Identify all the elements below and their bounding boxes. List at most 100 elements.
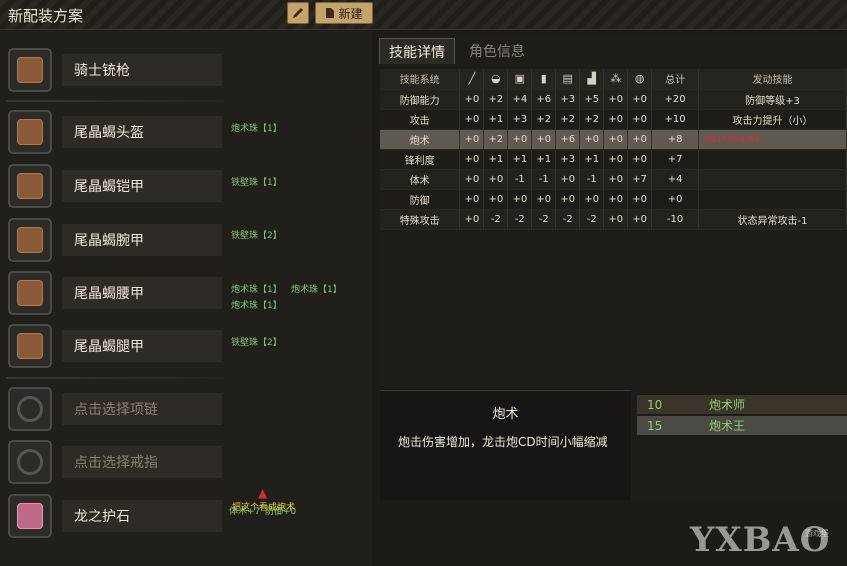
skill-point-cell: +0 — [531, 129, 557, 150]
slot-head[interactable]: 尾晶蝎头盔 — [8, 108, 372, 156]
tab-character-info[interactable]: 角色信息 — [462, 38, 532, 64]
skill-total-cell: +8 — [651, 129, 700, 150]
skill-effect-cell: 状态异常攻击-1 — [698, 209, 847, 230]
skill-effect-cell: 防御等级+3 — [698, 89, 847, 110]
skill-point-cell: +0 — [627, 149, 653, 170]
table-row[interactable]: 锋利度 +0 +1 +1 +1 +3 +1 +0 +0 +7 — [380, 149, 847, 170]
skill-point-cell: +2 — [531, 109, 557, 130]
window-title: 新配装方案 — [8, 7, 84, 25]
skill-point-cell: +0 — [459, 109, 485, 130]
skill-point-cell: +0 — [627, 89, 653, 110]
slot-name: 尾晶蝎腿甲 — [62, 330, 222, 362]
table-row[interactable]: 攻击 +0 +1 +3 +2 +2 +2 +0 +0 +10 攻击力提升（小） — [380, 109, 847, 130]
slot-charm[interactable]: 龙之护石 — [8, 492, 372, 540]
skill-point-cell: +0 — [603, 169, 629, 190]
skill-total-cell: +10 — [651, 109, 700, 130]
skill-point-cell: +0 — [483, 189, 509, 210]
table-row[interactable]: 体术 +0 +0 -1 -1 +0 -1 +0 +7 +4 — [380, 169, 847, 190]
slot-name: 尾晶蝎腰甲 — [62, 277, 222, 309]
document-icon — [326, 8, 335, 18]
slot-name: 尾晶蝎腕甲 — [62, 224, 222, 256]
table-row[interactable]: 防御能力 +0 +2 +4 +6 +3 +5 +0 +0 +20 防御等级+3 — [380, 89, 847, 110]
edit-button[interactable] — [287, 2, 309, 24]
skill-effect-cell — [698, 169, 847, 190]
watermark-logo: YXBAO — [690, 520, 831, 560]
slot-name: 尾晶蝎头盔 — [62, 116, 222, 148]
skill-level-name: 炮术师 — [708, 398, 745, 412]
skill-point-cell: +0 — [555, 169, 581, 190]
title-bar: 新配装方案 新建 — [0, 0, 847, 30]
divider — [6, 100, 236, 102]
skill-point-cell: +0 — [459, 209, 485, 230]
skill-point-cell: +0 — [603, 149, 629, 170]
charm-icon: ⁂ — [603, 69, 629, 90]
skill-name-cell: 防御能力 — [380, 89, 461, 110]
skill-point-cell: -1 — [507, 169, 533, 190]
skill-detail-panel: 炮术 炮击伤害增加，龙击炮CD时间小幅缩减 — [380, 390, 631, 500]
skill-point-cell: +3 — [507, 109, 533, 130]
slot-chest[interactable]: 尾晶蝎铠甲 — [8, 162, 372, 210]
skill-point-cell: +0 — [459, 129, 485, 150]
table-row[interactable]: 炮术 +0 +2 +0 +0 +6 +0 +0 +0 +8 总值15还好出炮王 — [380, 129, 847, 150]
app-window: 新配装方案 新建 骑士铳枪 尾晶蝎头盔 尾晶蝎铠甲 尾晶蝎腕甲 尾晶蝎腰甲 尾晶… — [0, 0, 847, 566]
skill-point-cell: +2 — [555, 109, 581, 130]
skill-point-cell: -2 — [579, 209, 605, 230]
table-row[interactable]: 特殊攻击 +0 -2 -2 -2 -2 -2 +0 +0 -10 状态异常攻击-1 — [380, 209, 847, 230]
slot-weapon[interactable]: 骑士铳枪 — [8, 46, 372, 94]
skill-bonus-note: 总值15还好出炮王 — [698, 129, 847, 150]
skill-point-cell: +0 — [627, 109, 653, 130]
table-row[interactable]: 防御 +0 +0 +0 +0 +0 +0 +0 +0 +0 — [380, 189, 847, 210]
ring-icon — [8, 440, 52, 484]
arm-icon: ▮ — [531, 69, 557, 90]
arm-armor-icon — [8, 218, 52, 262]
skill-point-cell: +0 — [507, 189, 533, 210]
slot-name: 尾晶蝎铠甲 — [62, 170, 222, 202]
skill-point-cell: +4 — [507, 89, 533, 110]
decoration-label: 炮术珠【1】 — [231, 301, 282, 311]
skill-point-cell: +6 — [531, 89, 557, 110]
skill-point-cell: -2 — [483, 209, 509, 230]
skill-point-cell: +0 — [603, 89, 629, 110]
new-button-label: 新建 — [338, 6, 363, 21]
pencil-icon — [293, 8, 303, 18]
slot-ring[interactable]: 点击选择戒指 — [8, 438, 372, 486]
decoration-label: 炮术珠【1】 — [231, 285, 282, 295]
skill-level-row: 15 炮术王 — [637, 416, 847, 435]
skill-total-cell: +7 — [651, 149, 700, 170]
column-header-effect: 发动技能 — [698, 69, 847, 90]
watermark-sub: 游戏堡 — [805, 529, 829, 538]
skill-point-cell: +0 — [603, 129, 629, 150]
column-header-skill: 技能系统 — [380, 69, 461, 90]
skill-point-cell: +1 — [579, 149, 605, 170]
skill-level-name: 炮术王 — [708, 419, 745, 433]
skill-total-cell: +0 — [651, 189, 700, 210]
skill-point-cell: +0 — [579, 189, 605, 210]
necklace-icon — [8, 387, 52, 431]
skill-detail-title: 炮术 — [492, 407, 519, 422]
skill-point-cell: +0 — [555, 189, 581, 210]
skill-name-cell: 特殊攻击 — [380, 209, 461, 230]
skill-point-cell: +5 — [579, 89, 605, 110]
charm-icon — [8, 494, 52, 538]
skill-point-cell: +1 — [483, 109, 509, 130]
skill-total-cell: +4 — [651, 169, 700, 190]
waist-icon: ▤ — [555, 69, 581, 90]
decoration-label: 铁壁珠【1】 — [231, 178, 282, 188]
skill-level-points: 10 — [647, 397, 663, 412]
slot-arms[interactable]: 尾晶蝎腕甲 — [8, 216, 372, 264]
skill-name-cell: 锋利度 — [380, 149, 461, 170]
decoration-icon: ◍ — [627, 69, 653, 90]
skill-point-cell: +0 — [507, 129, 533, 150]
skill-name-cell: 攻击 — [380, 109, 461, 130]
annotation-note: 把这个看成炮术 — [232, 503, 296, 513]
slot-legs[interactable]: 尾晶蝎腿甲 — [8, 322, 372, 370]
skill-point-cell: +2 — [483, 129, 509, 150]
skill-point-cell: +0 — [627, 209, 653, 230]
skill-total-cell: -10 — [651, 209, 700, 230]
tab-skill-details[interactable]: 技能详情 — [379, 38, 455, 64]
skill-point-cell: +0 — [627, 189, 653, 210]
skill-point-cell: +1 — [483, 149, 509, 170]
slot-necklace[interactable]: 点击选择项链 — [8, 385, 372, 433]
new-button[interactable]: 新建 — [315, 2, 373, 24]
skill-point-cell: -2 — [555, 209, 581, 230]
